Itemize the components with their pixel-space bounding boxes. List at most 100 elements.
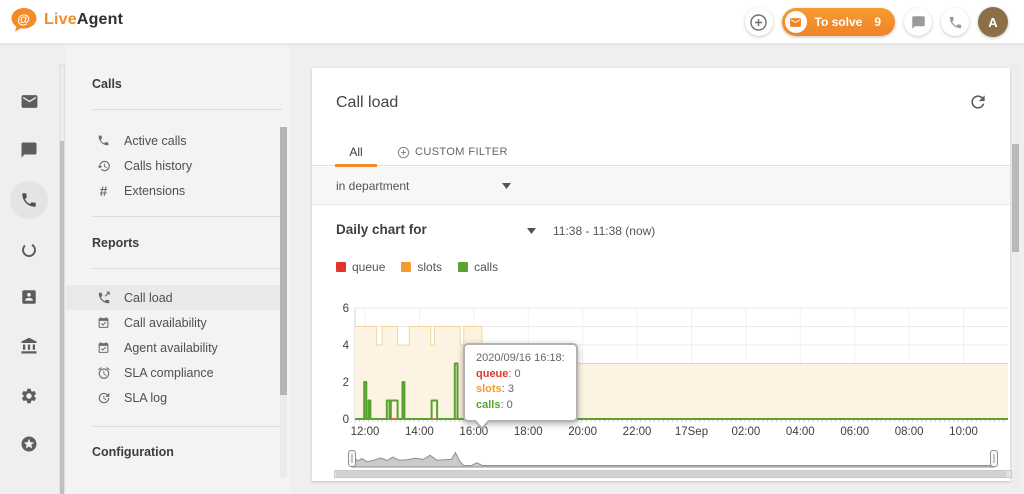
gear-icon [20, 387, 38, 405]
hash-icon: # [96, 183, 111, 198]
plus-circle-icon [749, 13, 768, 32]
legend-label: slots [417, 260, 442, 274]
tooltip-row-calls: calls: 0 [476, 398, 565, 414]
chart-header-row: Daily chart for 11:38 - 11:38 (now) [336, 220, 986, 240]
rail-loader-button[interactable] [18, 239, 40, 261]
chart-range-navigator[interactable] [336, 448, 1010, 470]
rail-contacts-button[interactable] [18, 286, 40, 308]
call-load-icon [96, 290, 111, 305]
tab-custom-filter[interactable]: CUSTOM FILTER [397, 138, 508, 166]
rail-chats-button[interactable] [18, 139, 40, 161]
menu-item-call-availability[interactable]: Call availability [66, 310, 284, 335]
rail-star-button[interactable] [18, 433, 40, 455]
filter-label: in department [336, 179, 409, 193]
refresh-icon [968, 92, 988, 112]
to-solve-button[interactable]: To solve 9 [782, 8, 895, 36]
menu-scrollbar[interactable] [280, 127, 287, 477]
phone-icon [948, 15, 963, 30]
phone-icon [20, 191, 38, 209]
menu-item-label: Agent availability [124, 341, 218, 355]
tooltip-row-queue: queue: 0 [476, 367, 565, 383]
menu-item-call-load[interactable]: Call load [66, 285, 284, 310]
svg-text:17Sep: 17Sep [675, 426, 708, 438]
legend-item-queue[interactable]: queue [336, 260, 385, 274]
clock-refresh-icon [96, 390, 111, 405]
nav-handle-right[interactable] [991, 451, 998, 467]
rail-settings-button[interactable] [18, 385, 40, 407]
svg-text:14:00: 14:00 [405, 426, 434, 438]
svg-text:12:00: 12:00 [351, 426, 380, 438]
menu-item-calls-history[interactable]: Calls history [66, 153, 284, 178]
time-range-label: 11:38 - 11:38 (now) [553, 224, 655, 238]
menu-item-sla-compliance[interactable]: SLA compliance [66, 360, 284, 385]
legend-item-slots[interactable]: slots [401, 260, 442, 274]
tab-label: All [349, 145, 362, 159]
page-scrollbar[interactable] [1012, 64, 1019, 490]
avatar[interactable]: A [978, 7, 1008, 37]
tab-all[interactable]: All [335, 138, 377, 166]
divider [92, 268, 282, 269]
tab-label: CUSTOM FILTER [415, 146, 508, 158]
legend-item-calls[interactable]: calls [458, 260, 498, 274]
chart-hscroll-thumb[interactable] [336, 471, 1006, 477]
nav-handle-left[interactable] [349, 451, 356, 467]
page-scrollbar-thumb[interactable] [1012, 144, 1019, 252]
logo-text: LiveAgent [44, 11, 123, 29]
to-solve-count: 9 [874, 15, 881, 29]
to-solve-label: To solve [815, 15, 863, 29]
refresh-button[interactable] [968, 92, 988, 112]
svg-text:4: 4 [343, 340, 350, 352]
menu-item-label: Extensions [124, 184, 185, 198]
calendar-check-icon [96, 315, 111, 330]
icon-rail [0, 44, 58, 493]
page-title: Call load [336, 94, 398, 112]
call-load-card: Call load All CUSTOM FILTER in departmen… [312, 68, 1010, 481]
mail-icon [20, 92, 39, 111]
star-icon [20, 435, 38, 453]
legend-label: queue [352, 260, 385, 274]
menu-item-label: SLA log [124, 391, 167, 405]
rail-scrollbar-thumb[interactable] [60, 141, 64, 494]
phone-icon [96, 133, 111, 148]
chat-icon [20, 141, 38, 159]
add-button[interactable] [745, 8, 773, 36]
menu-item-sla-log[interactable]: SLA log [66, 385, 284, 410]
rail-calls-button[interactable] [18, 189, 40, 211]
chart-horizontal-scrollbar[interactable] [334, 470, 1012, 478]
menu-item-extensions[interactable]: # Extensions [66, 178, 284, 203]
bank-icon [20, 337, 38, 355]
svg-text:06:00: 06:00 [840, 426, 869, 438]
svg-text:20:00: 20:00 [568, 426, 597, 438]
contacts-icon [20, 288, 38, 306]
plus-circle-icon [397, 146, 410, 159]
department-filter-dropdown[interactable]: in department [312, 167, 1010, 205]
history-icon [96, 158, 111, 173]
rail-company-button[interactable] [18, 335, 40, 357]
chats-button[interactable] [904, 8, 932, 36]
menu-item-label: Active calls [124, 134, 187, 148]
rail-scrollbar[interactable] [59, 64, 65, 493]
menu-item-agent-availability[interactable]: Agent availability [66, 335, 284, 360]
sync-icon [20, 241, 38, 259]
menu-item-label: Call availability [124, 316, 207, 330]
chevron-down-icon[interactable] [527, 228, 536, 234]
chart-plot-area[interactable]: 12:0014:0016:0018:0020:0022:0017Sep02:00… [336, 298, 1010, 440]
svg-text:2: 2 [343, 377, 349, 389]
divider [92, 109, 282, 110]
rail-tickets-button[interactable] [18, 90, 40, 112]
menu-heading-calls: Calls [92, 77, 122, 91]
menu-scrollbar-thumb[interactable] [280, 127, 287, 395]
liveagent-app: @ LiveAgent To solve 9 [0, 0, 1024, 493]
logo[interactable]: @ LiveAgent [10, 7, 123, 33]
menu-item-label: SLA compliance [124, 366, 214, 380]
navigator-svg [336, 448, 1010, 470]
calendar-check-icon [96, 340, 111, 355]
chart-svg: 12:0014:0016:0018:0020:0022:0017Sep02:00… [336, 298, 1010, 440]
calls-button[interactable] [941, 8, 969, 36]
daily-chart-for-dropdown[interactable]: Daily chart for [336, 222, 427, 237]
tooltip-datetime: 2020/09/16 16:18: [476, 351, 565, 367]
top-bar-actions: To solve 9 A [745, 0, 1008, 44]
chart-tooltip: 2020/09/16 16:18: queue: 0 slots: 3 call… [463, 343, 578, 422]
menu-item-active-calls[interactable]: Active calls [66, 128, 284, 153]
chevron-down-icon [502, 183, 511, 189]
